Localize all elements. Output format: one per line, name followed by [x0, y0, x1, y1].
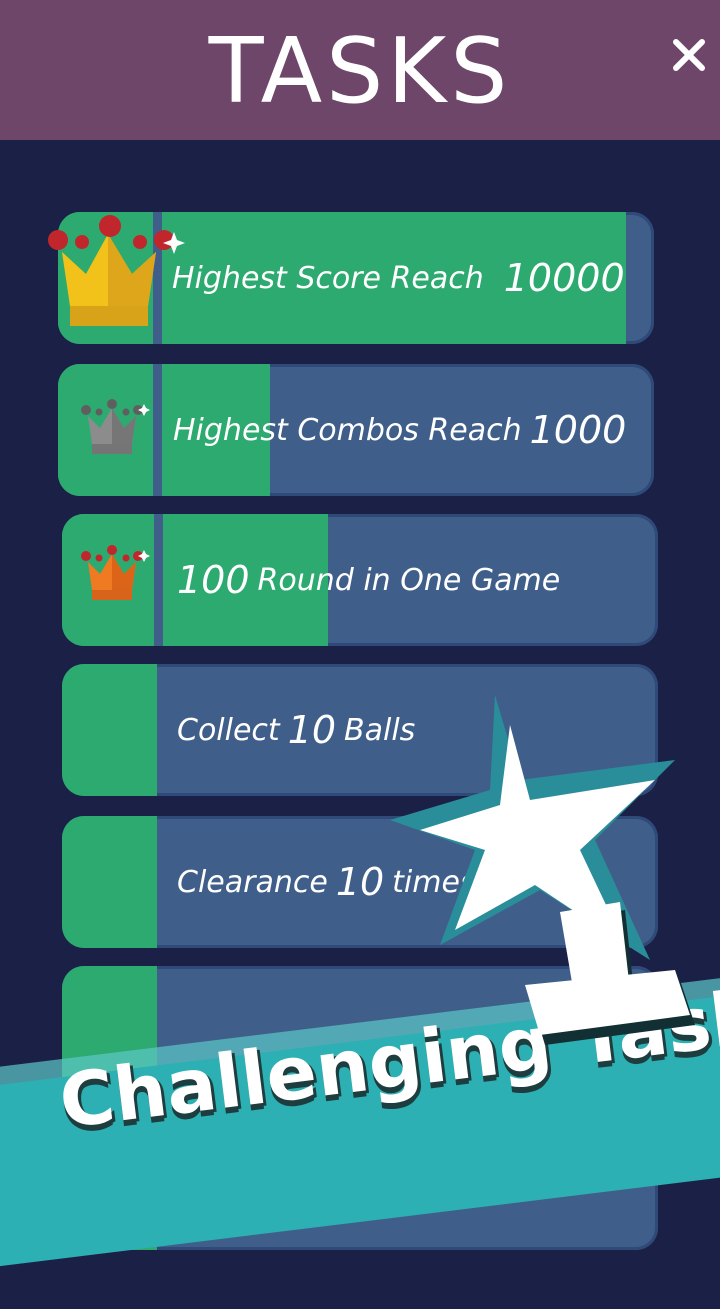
task-label: 100 Round in One Game — [177, 558, 561, 602]
gold-crown-icon — [48, 215, 185, 326]
close-icon[interactable] — [666, 32, 712, 78]
star-trophy-icon — [390, 695, 695, 1045]
task-label: Highest Score Reach 10000 — [172, 256, 625, 300]
gray-crown-icon — [81, 399, 150, 454]
orange-crown-icon — [81, 545, 150, 600]
header-bar: TASKS — [0, 0, 720, 140]
task-label: Highest Combos Reach 1000 — [173, 408, 627, 452]
page-title: TASKS — [208, 19, 512, 124]
